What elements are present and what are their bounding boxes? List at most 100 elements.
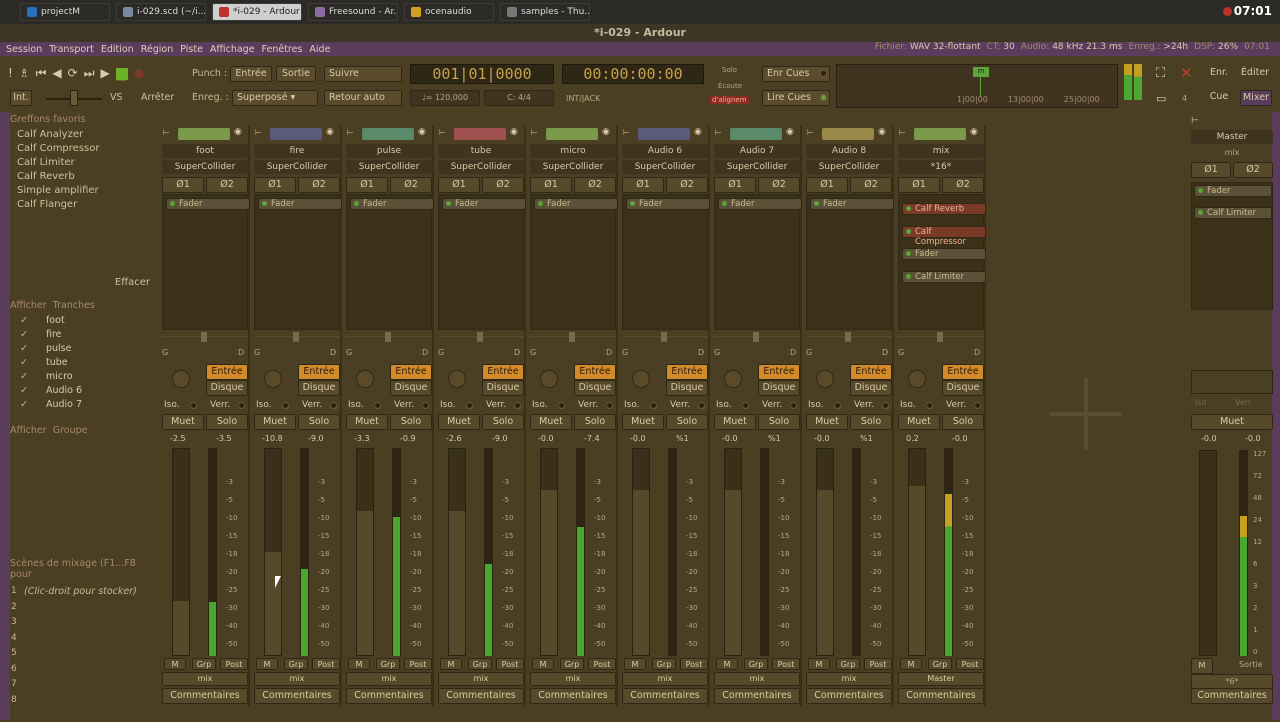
input-monitor-button[interactable]: Entrée bbox=[942, 364, 984, 380]
width-toggle-icon[interactable]: ⊢ bbox=[899, 128, 906, 137]
mute-button[interactable]: Muet bbox=[622, 414, 664, 430]
phase-2-button[interactable]: Ø2 bbox=[206, 177, 248, 193]
disk-monitor-button[interactable]: Disque bbox=[942, 380, 984, 396]
master-lock[interactable]: Verr. bbox=[1235, 398, 1253, 407]
group-g-icon[interactable]: G bbox=[438, 348, 444, 357]
meter-display[interactable]: C: 4/4 bbox=[484, 90, 554, 106]
check-icon[interactable]: ✓ bbox=[20, 371, 28, 382]
phase-2-button[interactable]: Ø2 bbox=[666, 177, 708, 193]
strip-input-button[interactable]: SuperCollider bbox=[254, 160, 340, 174]
solo-button[interactable]: Solo bbox=[390, 414, 432, 430]
width-toggle-icon[interactable]: ⊢ bbox=[439, 128, 446, 137]
disk-monitor-button[interactable]: Disque bbox=[758, 380, 800, 396]
disk-monitor-button[interactable]: Disque bbox=[666, 380, 708, 396]
master-name[interactable]: Master bbox=[1191, 130, 1273, 144]
record-arm-button[interactable] bbox=[816, 370, 834, 388]
hide-strip-icon[interactable]: ◉ bbox=[234, 127, 242, 137]
mute-button[interactable]: Muet bbox=[530, 414, 572, 430]
strip-input-button[interactable]: SuperCollider bbox=[346, 160, 432, 174]
record-arm-button[interactable] bbox=[264, 370, 282, 388]
record-icon[interactable]: ● bbox=[134, 66, 144, 81]
disk-monitor-button[interactable]: Disque bbox=[298, 380, 340, 396]
mute-button[interactable]: Muet bbox=[254, 414, 296, 430]
master-plugin-limiter[interactable]: Calf Limiter bbox=[1194, 207, 1272, 219]
meter-type-button[interactable]: Post bbox=[220, 658, 248, 670]
group-g-icon[interactable]: G bbox=[806, 348, 812, 357]
taskbar-item[interactable]: samples - Thu... bbox=[500, 3, 590, 21]
output-button[interactable]: mix bbox=[622, 672, 708, 686]
menu-item[interactable]: Piste bbox=[180, 44, 203, 55]
input-monitor-button[interactable]: Entrée bbox=[850, 364, 892, 380]
strip-name[interactable]: tube bbox=[438, 144, 524, 158]
comments-button[interactable]: Commentaires bbox=[622, 688, 708, 704]
meter-point-button[interactable]: M bbox=[532, 658, 554, 670]
taskbar-item[interactable]: Freesound - Ar... bbox=[308, 3, 398, 21]
lock-button[interactable]: Verr. bbox=[946, 400, 966, 410]
master-mute-button[interactable]: Muet bbox=[1191, 414, 1273, 430]
strip-color-bar[interactable] bbox=[822, 128, 874, 140]
follow-playhead-button[interactable]: Suivre bbox=[324, 66, 402, 82]
master-phase-2[interactable]: Ø2 bbox=[1233, 162, 1273, 178]
gain-display[interactable]: -0.0 bbox=[630, 434, 646, 443]
pan-handle[interactable] bbox=[569, 332, 575, 342]
strip-name[interactable]: foot bbox=[162, 144, 248, 158]
output-button[interactable]: mix bbox=[346, 672, 432, 686]
plugin-slot[interactable]: Calf Compressor bbox=[902, 225, 986, 247]
punch-in-button[interactable]: Entrée bbox=[230, 66, 272, 82]
check-icon[interactable]: ✓ bbox=[20, 343, 28, 354]
check-icon[interactable]: ✓ bbox=[20, 357, 28, 368]
lock-button[interactable]: Verr. bbox=[854, 400, 874, 410]
group-g-icon[interactable]: G bbox=[162, 348, 168, 357]
phase-1-button[interactable]: Ø1 bbox=[898, 177, 940, 193]
solo-button[interactable]: Solo bbox=[298, 414, 340, 430]
phase-1-button[interactable]: Ø1 bbox=[530, 177, 572, 193]
favorite-plugin-item[interactable]: Calf Analyzer bbox=[10, 127, 156, 141]
scene-number[interactable]: 1 bbox=[11, 586, 17, 596]
isolate-button[interactable]: Iso. bbox=[900, 400, 916, 410]
pan-handle[interactable] bbox=[845, 332, 851, 342]
mixer-button[interactable]: Mixer bbox=[1240, 90, 1272, 106]
group-button[interactable]: Grp bbox=[560, 658, 584, 670]
peak-display[interactable]: -9.0 bbox=[308, 434, 324, 443]
group-button[interactable]: Grp bbox=[376, 658, 400, 670]
scene-number[interactable]: 7 bbox=[11, 679, 17, 689]
group-button[interactable]: Grp bbox=[468, 658, 492, 670]
strip-name[interactable]: Audio 6 bbox=[622, 144, 708, 158]
lock-button[interactable]: Verr. bbox=[302, 400, 322, 410]
strip-visibility-row[interactable]: ✓ fire bbox=[10, 327, 156, 341]
width-toggle-icon[interactable]: ⊢ bbox=[255, 128, 262, 137]
record-arm-button[interactable] bbox=[908, 370, 926, 388]
scene-number[interactable]: 3 bbox=[11, 617, 17, 627]
phase-1-button[interactable]: Ø1 bbox=[714, 177, 756, 193]
strip-name[interactable]: micro bbox=[530, 144, 616, 158]
peak-display[interactable]: -3.5 bbox=[216, 434, 232, 443]
group-d-icon[interactable]: D bbox=[238, 348, 244, 357]
phase-2-button[interactable]: Ø2 bbox=[850, 177, 892, 193]
pan-handle[interactable] bbox=[385, 332, 391, 342]
meter-type-button[interactable]: Post bbox=[312, 658, 340, 670]
gain-display[interactable]: -2.6 bbox=[446, 434, 462, 443]
strip-visibility-row[interactable]: ✓ Audio 6 bbox=[10, 383, 156, 397]
mute-button[interactable]: Muet bbox=[714, 414, 756, 430]
peak-display[interactable]: -7.4 bbox=[584, 434, 600, 443]
fader-plugin-slot[interactable]: Fader bbox=[626, 198, 710, 210]
hide-strip-icon[interactable]: ◉ bbox=[326, 127, 334, 137]
gain-display[interactable]: -0.0 bbox=[814, 434, 830, 443]
plugin-slot[interactable]: Calf Reverb bbox=[902, 203, 986, 215]
master-output-label[interactable]: Sortie bbox=[1239, 660, 1263, 669]
gain-display[interactable]: -0.0 bbox=[722, 434, 738, 443]
comments-button[interactable]: Commentaires bbox=[346, 688, 432, 704]
gain-fader[interactable] bbox=[632, 448, 650, 656]
phase-2-button[interactable]: Ø2 bbox=[298, 177, 340, 193]
gain-fader[interactable] bbox=[356, 448, 374, 656]
phase-2-button[interactable]: Ø2 bbox=[574, 177, 616, 193]
comments-button[interactable]: Commentaires bbox=[714, 688, 800, 704]
output-button[interactable]: mix bbox=[714, 672, 800, 686]
gain-fader[interactable] bbox=[172, 448, 190, 656]
group-g-icon[interactable]: G bbox=[898, 348, 904, 357]
master-input[interactable]: mix bbox=[1191, 148, 1273, 157]
output-button[interactable]: mix bbox=[530, 672, 616, 686]
isolate-button[interactable]: Iso. bbox=[716, 400, 732, 410]
punch-out-button[interactable]: Sortie bbox=[276, 66, 316, 82]
scene-number[interactable]: 5 bbox=[11, 648, 17, 658]
